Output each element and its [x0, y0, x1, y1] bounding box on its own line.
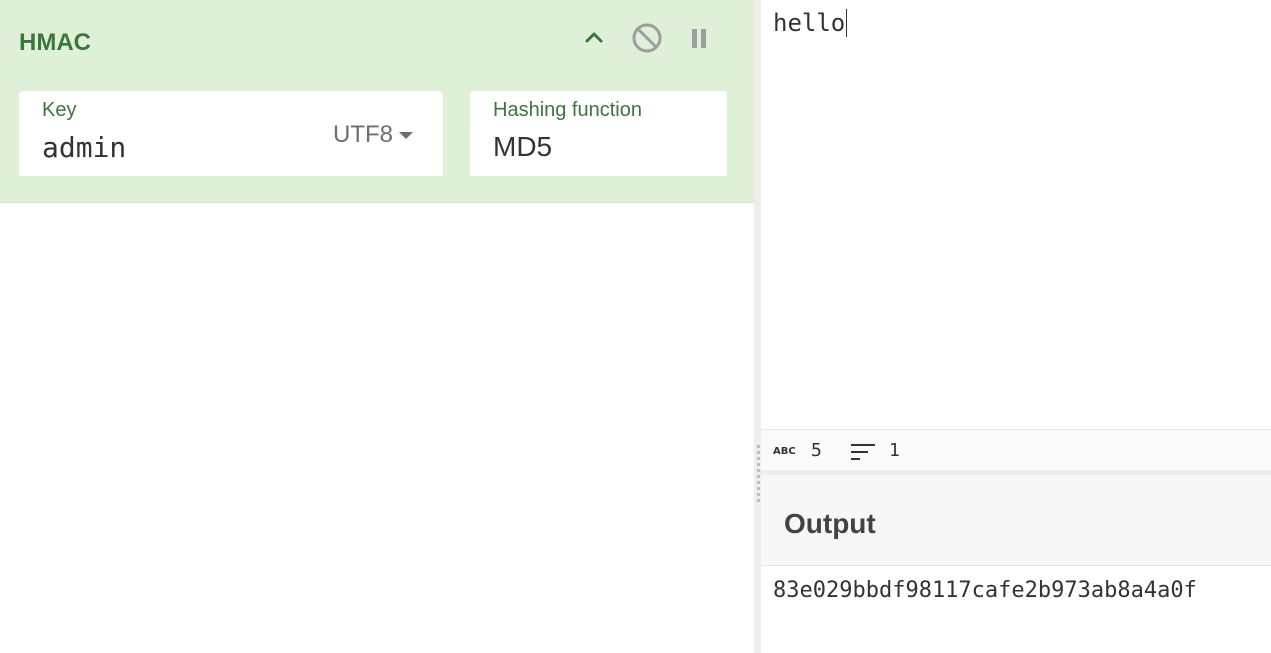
input-length: 5	[811, 440, 822, 461]
abc-icon-text: ABC	[773, 446, 796, 456]
hashing-function-select[interactable]: MD5	[493, 131, 552, 163]
collapse-button[interactable]	[578, 22, 610, 54]
breakpoint-button[interactable]	[683, 22, 715, 54]
operation-title: HMAC	[19, 29, 91, 56]
pane-divider[interactable]	[754, 0, 761, 653]
hashing-function-label: Hashing function	[493, 99, 642, 121]
encoding-label: UTF8	[333, 121, 393, 148]
resize-handle[interactable]	[757, 445, 760, 503]
key-field[interactable]: Key admin UTF8	[19, 91, 443, 176]
chevron-up-icon	[585, 32, 603, 43]
input-status-bar: ABC 5 1	[761, 429, 1271, 476]
encoding-dropdown[interactable]: UTF8	[333, 121, 413, 149]
abc-icon: ABC	[773, 446, 796, 456]
key-label: Key	[42, 99, 77, 121]
input-value: hello	[773, 9, 846, 37]
output-title: Output	[784, 508, 876, 539]
input-lines: 1	[889, 440, 900, 461]
input-textarea[interactable]: hello	[761, 0, 1271, 429]
output-textarea[interactable]: 83e029bbdf98117cafe2b973ab8a4a0f	[761, 566, 1271, 653]
caret-down-icon	[399, 131, 413, 139]
hmac-operation: HMAC Key admin UTF8 Hashing function MD5	[0, 0, 754, 203]
recipe-panel: HMAC Key admin UTF8 Hashing function MD5	[0, 0, 754, 653]
pause-icon	[692, 29, 706, 48]
lines-icon	[851, 444, 875, 460]
key-input[interactable]: admin	[42, 131, 126, 164]
hashing-function-field[interactable]: Hashing function MD5	[470, 91, 727, 176]
disable-button[interactable]	[631, 22, 663, 54]
output-header: Output	[761, 475, 1271, 566]
disable-icon	[632, 23, 662, 53]
output-value: 83e029bbdf98117cafe2b973ab8a4a0f	[773, 578, 1197, 603]
text-cursor	[846, 9, 848, 37]
input-text: hello	[773, 9, 848, 37]
